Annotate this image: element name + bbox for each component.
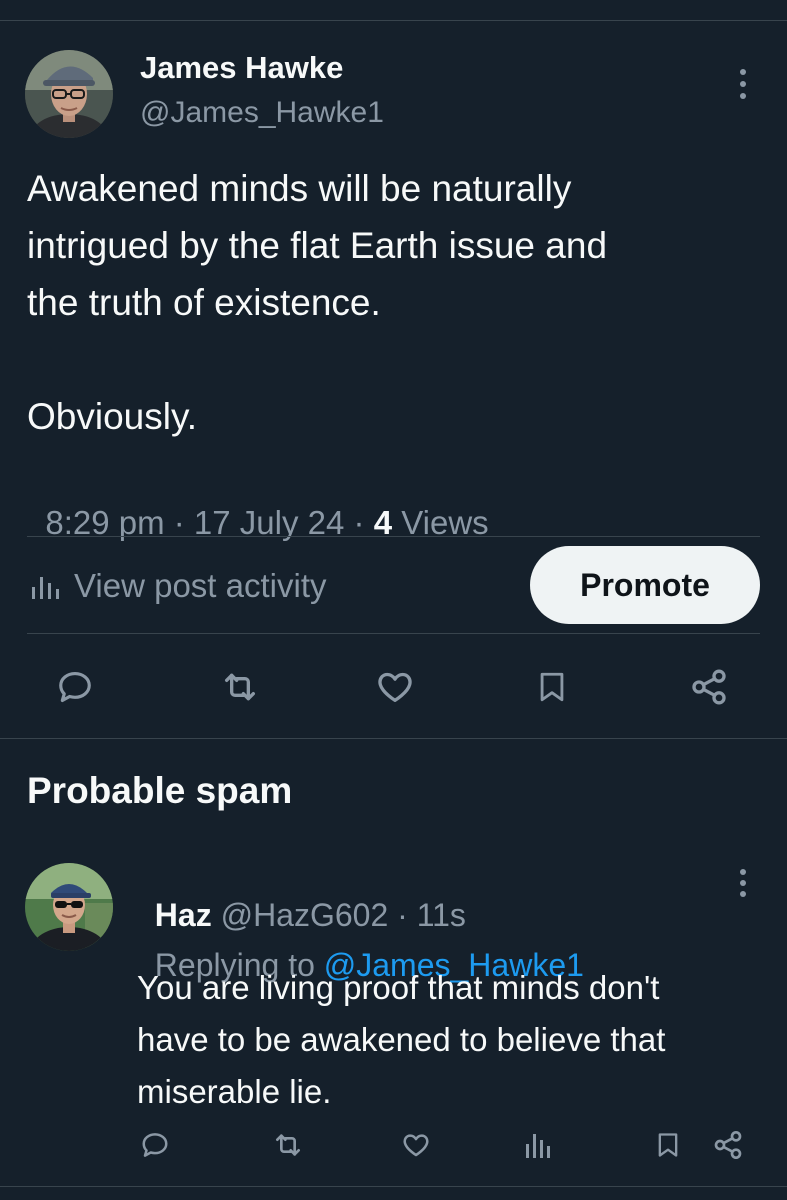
more-options-icon[interactable] xyxy=(728,66,758,102)
reply-retweet-icon[interactable] xyxy=(268,1125,308,1165)
reply-text-line: have to be awakened to believe that xyxy=(137,1021,666,1058)
retweet-icon[interactable] xyxy=(215,662,265,712)
reply-text: You are living proof that minds don't ha… xyxy=(137,962,767,1118)
section-title: Probable spam xyxy=(27,770,293,811)
reply-text-line: You are living proof that minds don't xyxy=(137,969,660,1006)
meta-divider xyxy=(27,536,760,537)
top-divider xyxy=(0,20,787,21)
reply-like-icon[interactable] xyxy=(396,1125,436,1165)
reply-bookmark-icon[interactable] xyxy=(648,1125,688,1165)
reply-avatar[interactable] xyxy=(25,863,113,951)
reply-share-icon[interactable] xyxy=(708,1125,748,1165)
activity-chart-icon xyxy=(30,573,60,599)
post-text-line: Obviously. xyxy=(27,396,197,437)
bookmark-icon[interactable] xyxy=(527,662,577,712)
post-metadata: 8:29 pm · 17 July 24 · 4 Views xyxy=(27,466,488,542)
reply-more-options-icon[interactable] xyxy=(728,866,758,900)
post-avatar[interactable] xyxy=(25,50,113,138)
activity-divider xyxy=(27,633,760,634)
reply-text-line: miserable lie. xyxy=(137,1073,332,1110)
post-text: Awakened minds will be naturally intrigu… xyxy=(27,160,767,445)
post-author-name[interactable]: James Hawke xyxy=(140,50,343,86)
post-text-line: the truth of existence. xyxy=(27,282,381,323)
like-icon[interactable] xyxy=(370,662,420,712)
view-post-activity-link[interactable]: View post activity xyxy=(30,566,327,606)
reply-views-icon[interactable] xyxy=(518,1125,558,1165)
promote-button-label: Promote xyxy=(580,566,710,603)
post-bottom-divider xyxy=(0,738,787,739)
post-text-line: intrigued by the flat Earth issue and xyxy=(27,225,608,266)
reply-reply-icon[interactable] xyxy=(135,1125,175,1165)
post-author-handle[interactable]: @James_Hawke1 xyxy=(140,96,384,130)
view-post-activity-label: View post activity xyxy=(74,567,327,604)
promote-button[interactable]: Promote xyxy=(530,546,760,624)
bottom-divider xyxy=(0,1186,787,1187)
share-icon[interactable] xyxy=(684,662,734,712)
reply-icon[interactable] xyxy=(50,662,100,712)
post-text-line: Awakened minds will be naturally xyxy=(27,168,572,209)
